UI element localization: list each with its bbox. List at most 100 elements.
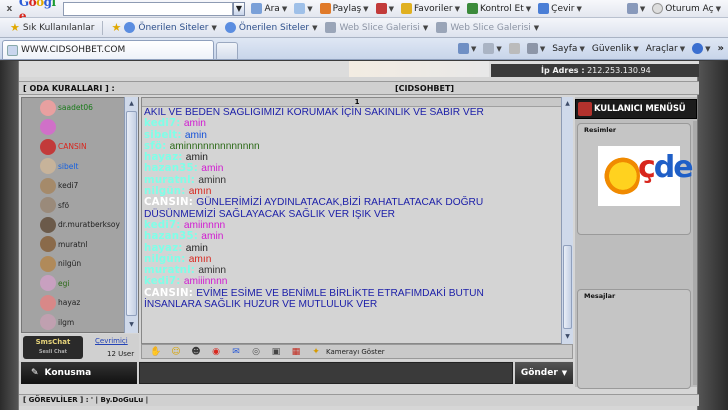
message-nick[interactable]: nilgün: bbox=[144, 254, 186, 265]
show-camera-link[interactable]: Kamerayı Göster bbox=[326, 348, 385, 356]
cid-logo-image[interactable]: çde bbox=[598, 146, 694, 206]
home-button[interactable]: ▼ bbox=[458, 43, 476, 54]
message-nick[interactable]: kedi7: bbox=[144, 220, 181, 231]
room-header: [ ODA KURALLARI ] : [CIDSOHBET] bbox=[19, 81, 699, 95]
favorites-button[interactable]: Sık Kullanılanlar bbox=[23, 23, 95, 33]
avatar-icon bbox=[40, 138, 56, 155]
message-nick[interactable]: sibelt: bbox=[144, 130, 182, 141]
user-list-item[interactable]: CANSIN bbox=[22, 137, 138, 157]
webcam-icon[interactable]: ✦ bbox=[310, 347, 322, 357]
message-nick[interactable]: sfö: bbox=[144, 141, 166, 152]
message-nick[interactable]: hazan35: bbox=[144, 163, 198, 174]
message-nick[interactable]: hazan35: bbox=[144, 231, 198, 242]
camera-icon[interactable]: ▣ bbox=[270, 347, 282, 357]
user-list-item[interactable]: hayaz bbox=[22, 293, 138, 313]
face-icon[interactable]: ☻ bbox=[190, 347, 202, 357]
chat-message: hayaz: amin bbox=[142, 243, 572, 254]
hand-icon[interactable]: ✋ bbox=[150, 347, 162, 357]
paylas-button[interactable]: Paylaş ▼ bbox=[319, 3, 369, 14]
message-nick[interactable]: kedi7: bbox=[144, 276, 181, 287]
online-link[interactable]: Çevrimiçi bbox=[95, 337, 128, 345]
chat-message: kedi7: amin bbox=[142, 118, 572, 129]
chat-message: AKIL VE BEDEN SAGLIGIMIZI KORUMAK İÇİN S… bbox=[142, 107, 572, 118]
kontrol-et-button[interactable]: Kontrol Et ▼ bbox=[466, 3, 531, 14]
araclar-menu[interactable]: Araçlar ▼ bbox=[646, 44, 685, 54]
user-list[interactable]: saadet06 CANSIN sibelt kedi7 sfö dr.muratberk… bbox=[21, 97, 139, 333]
scroll-down-icon[interactable]: ▼ bbox=[126, 319, 137, 330]
message-nick[interactable]: nilgün: bbox=[144, 186, 186, 197]
help-button[interactable]: ▼ bbox=[692, 43, 711, 54]
tools-button[interactable]: ▼ bbox=[375, 3, 394, 14]
tab-cidsohbet[interactable]: WWW.CIDSOHBET.COM bbox=[2, 40, 214, 59]
message-nick[interactable]: kedi7: bbox=[144, 118, 181, 129]
user-list-item[interactable]: ilgm bbox=[22, 313, 138, 333]
message-nick[interactable]: muratnl: bbox=[144, 175, 195, 186]
mail-button[interactable] bbox=[508, 43, 520, 54]
sayfa-menu[interactable]: Sayfa ▼ bbox=[552, 44, 585, 54]
cevir-button[interactable]: Çevir ▼ bbox=[538, 3, 582, 14]
user-list-item[interactable]: sfö bbox=[22, 196, 138, 216]
plus-button[interactable]: ▼ bbox=[294, 3, 313, 14]
user-list-item[interactable]: kedi7 bbox=[22, 176, 138, 196]
message-text: amın bbox=[188, 186, 212, 198]
tab-bar: WWW.CIDSOHBET.COM ▼ ▼ ▼ Sayfa ▼ Güvenlik ▼… bbox=[0, 38, 728, 60]
print-button[interactable]: ▼ bbox=[526, 43, 545, 54]
google-toolbar: x Google ▼ Ara ▼ ▼ Paylaş ▼ ▼ Favoriler ▼ K… bbox=[0, 0, 728, 23]
gift-icon[interactable]: ▦ bbox=[290, 347, 302, 357]
suggested-sites-link-2[interactable]: Önerilen Siteler ▼ bbox=[224, 22, 317, 33]
user-list-item[interactable] bbox=[22, 118, 138, 138]
favorites-star-icon[interactable]: ★ bbox=[10, 21, 20, 34]
avatar-icon bbox=[40, 216, 56, 233]
scroll-up-icon[interactable]: ▲ bbox=[126, 98, 137, 109]
wrench-button[interactable]: ▼ bbox=[626, 3, 645, 14]
user-list-item[interactable]: sibelt bbox=[22, 157, 138, 177]
user-list-item[interactable]: dr.muratberksoy bbox=[22, 215, 138, 235]
web-slice-link-1[interactable]: Web Slice Galerisi ▼ bbox=[325, 22, 428, 33]
user-list-item[interactable]: nilgün bbox=[22, 254, 138, 274]
message-nick[interactable]: muratnl: bbox=[144, 265, 195, 276]
scroll-down-icon[interactable]: ▼ bbox=[563, 331, 572, 342]
feeds-button[interactable]: ▼ bbox=[483, 43, 502, 54]
user-list-scrollbar[interactable]: ▲ ▼ bbox=[124, 97, 138, 333]
suggested-sites-link-1[interactable]: Önerilen Siteler ▼ bbox=[124, 22, 217, 33]
right-panel-scrollbar[interactable] bbox=[693, 121, 697, 385]
web-slice-link-2[interactable]: Web Slice Galerisi ▼ bbox=[436, 22, 539, 33]
send-button[interactable]: Gönder ▼ bbox=[515, 362, 573, 384]
close-toolbar-icon[interactable]: x bbox=[4, 4, 15, 14]
smiley-icon[interactable]: ☺ bbox=[170, 347, 182, 357]
user-list-item[interactable]: muratnl bbox=[22, 235, 138, 255]
chat-message: sfö: aminnnnnnnnnnnnn bbox=[142, 141, 572, 152]
talk-button[interactable]: ✎ Konusma bbox=[21, 362, 137, 384]
site-banner: İp Adres : 212.253.130.94 bbox=[19, 61, 699, 77]
more-button[interactable]: » bbox=[718, 43, 724, 54]
message-nick[interactable]: hayaz: bbox=[144, 243, 183, 254]
scroll-up-icon[interactable]: ▲ bbox=[563, 98, 572, 109]
message-nick[interactable]: hayaz: bbox=[144, 152, 183, 163]
new-tab-button[interactable] bbox=[216, 42, 238, 59]
message-nick[interactable]: CANSIN: bbox=[144, 197, 193, 208]
message-text: amın bbox=[188, 253, 212, 265]
tools-icon bbox=[375, 3, 387, 14]
eye-icon[interactable]: ◎ bbox=[250, 347, 262, 357]
translate-icon bbox=[538, 3, 550, 14]
search-dropdown-icon[interactable]: ▼ bbox=[232, 1, 246, 16]
message-nick[interactable]: CANSIN: bbox=[144, 288, 193, 299]
user-name: dr.muratberksoy bbox=[58, 220, 120, 230]
oturum-ac-button[interactable]: Oturum Aç ▼ bbox=[652, 3, 721, 14]
user-name: ilgm bbox=[58, 317, 75, 327]
mail-icon[interactable]: ✉ bbox=[230, 347, 242, 357]
message-input[interactable] bbox=[139, 362, 513, 384]
chat-scrollbar[interactable]: ▲ ▼ bbox=[561, 97, 573, 344]
guvenlik-menu[interactable]: Güvenlik ▼ bbox=[592, 44, 639, 54]
smschat-logo[interactable]: SmsChat Sesli Chat bbox=[23, 336, 83, 359]
add-favorite-icon[interactable]: ★ bbox=[111, 21, 121, 34]
user-menu-panel: KULLANICI MENÜSÜ Resimler çde Mesajlar bbox=[575, 97, 697, 389]
chat-message: muratnl: aminn bbox=[142, 175, 572, 186]
user-list-item[interactable]: saadet06 bbox=[22, 98, 138, 118]
color-icon[interactable]: ◉ bbox=[210, 347, 222, 357]
google-search-input[interactable] bbox=[62, 1, 233, 16]
user-list-item[interactable]: egi bbox=[22, 274, 138, 294]
ara-button[interactable]: Ara ▼ bbox=[251, 3, 287, 14]
message-text: aminn bbox=[198, 174, 227, 186]
favoriler-button[interactable]: Favoriler ▼ bbox=[400, 3, 460, 14]
